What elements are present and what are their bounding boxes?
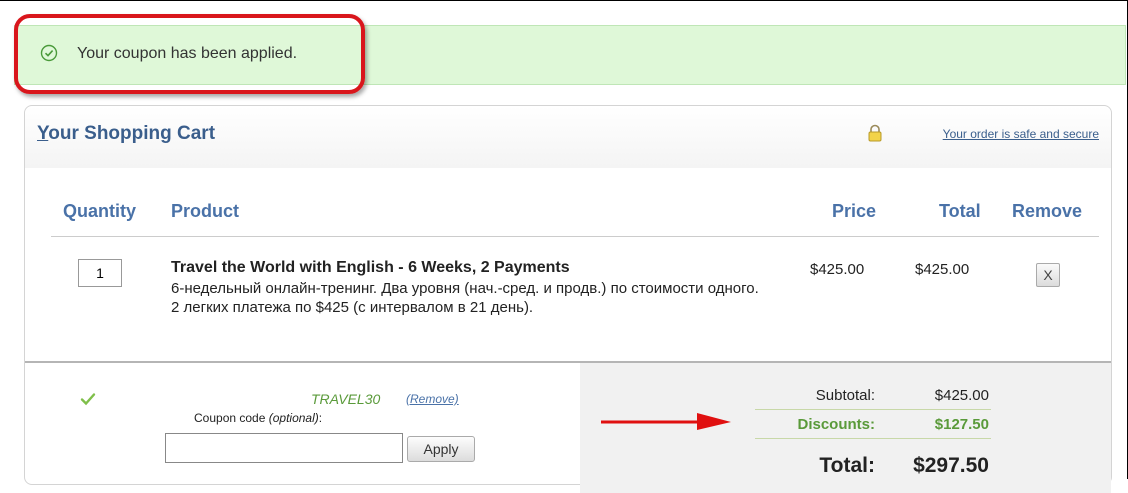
column-header-quantity: Quantity (63, 201, 137, 221)
shopping-cart-panel: Your Shopping Cart Your order is safe an… (24, 105, 1112, 493)
red-arrow-annotation (601, 413, 731, 430)
checkmark-icon (80, 393, 96, 406)
remove-item-button[interactable]: X (1036, 263, 1060, 287)
lock-icon (868, 124, 882, 142)
apply-coupon-button[interactable]: Apply (407, 436, 475, 462)
discounts-value: $127.50 (934, 416, 989, 433)
coupon-code-input[interactable] (165, 433, 403, 463)
column-header-total: Total (939, 201, 981, 221)
cart-title-first-letter: Y (37, 123, 49, 144)
item-total: $425.00 (915, 261, 970, 278)
coupon-code-label: Coupon code (optional): (194, 411, 322, 425)
subtotal-divider (755, 409, 991, 410)
cart-title: Your Shopping Cart (37, 123, 215, 145)
top-border (0, 0, 1128, 1)
applied-coupon-code: TRAVEL30 (311, 391, 381, 407)
remove-coupon-link[interactable]: (Remove) (406, 392, 459, 406)
column-header-product: Product (171, 201, 240, 221)
discounts-label: Discounts: (797, 416, 875, 433)
notice-highlight-frame (14, 14, 365, 94)
product-name: Travel the World with English - 6 Weeks,… (171, 259, 570, 276)
total-value: $297.50 (913, 454, 989, 477)
coupon-label-optional: (optional) (268, 411, 319, 425)
secure-order-link[interactable]: Your order is safe and secure (943, 127, 1099, 141)
product-description: 6-недельный онлайн-тренинг. Два уровня (… (171, 280, 759, 316)
column-header-price: Price (832, 201, 877, 221)
subtotal-label: Subtotal: (815, 387, 875, 404)
coupon-label-colon: : (318, 411, 323, 425)
cart-header: Your Shopping Cart Your order is safe an… (25, 106, 1111, 168)
header-divider (51, 236, 1099, 237)
column-header-remove: Remove (1012, 201, 1083, 221)
total-label: Total: (819, 454, 875, 477)
quantity-input[interactable] (78, 259, 122, 287)
discounts-divider (755, 438, 991, 439)
item-price: $425.00 (810, 261, 865, 278)
cart-title-rest: our Shopping Cart (48, 123, 216, 144)
subtotal-value: $425.00 (934, 387, 989, 404)
coupon-label-text: Coupon code (194, 411, 266, 425)
